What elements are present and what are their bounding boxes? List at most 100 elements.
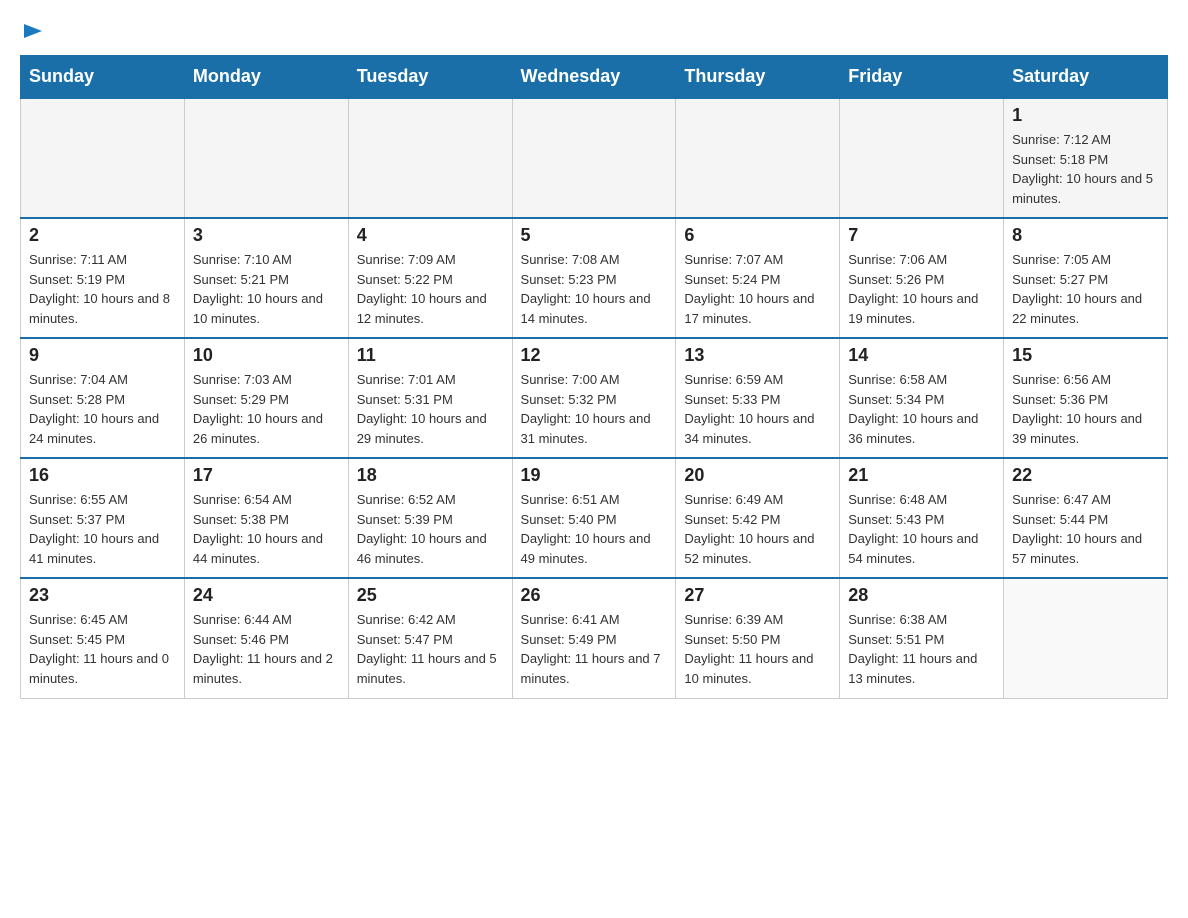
calendar-cell: 19 Sunrise: 6:51 AM Sunset: 5:40 PM Dayli… <box>512 458 676 578</box>
day-info: Sunrise: 6:59 AM Sunset: 5:33 PM Dayligh… <box>684 370 831 448</box>
calendar-cell: 24 Sunrise: 6:44 AM Sunset: 5:46 PM Dayli… <box>184 578 348 698</box>
day-info: Sunrise: 7:09 AM Sunset: 5:22 PM Dayligh… <box>357 250 504 328</box>
day-number: 19 <box>521 465 668 486</box>
day-info: Sunrise: 7:11 AM Sunset: 5:19 PM Dayligh… <box>29 250 176 328</box>
week-row-2: 2 Sunrise: 7:11 AM Sunset: 5:19 PM Daylig… <box>21 218 1168 338</box>
calendar-cell: 1 Sunrise: 7:12 AM Sunset: 5:18 PM Daylig… <box>1004 98 1168 218</box>
weekday-header-monday: Monday <box>184 56 348 99</box>
calendar-cell <box>348 98 512 218</box>
calendar-cell: 16Sunrise: 6:55 AM Sunset: 5:37 PM Dayli… <box>21 458 185 578</box>
weekday-header-tuesday: Tuesday <box>348 56 512 99</box>
calendar-cell: 11Sunrise: 7:01 AM Sunset: 5:31 PM Dayli… <box>348 338 512 458</box>
logo-arrow-icon <box>22 20 44 42</box>
day-number: 15 <box>1012 345 1159 366</box>
calendar-cell: 4 Sunrise: 7:09 AM Sunset: 5:22 PM Daylig… <box>348 218 512 338</box>
day-number: 17 <box>193 465 340 486</box>
day-number: 6 <box>684 225 831 246</box>
day-number: 4 <box>357 225 504 246</box>
calendar-cell: 8 Sunrise: 7:05 AM Sunset: 5:27 PM Daylig… <box>1004 218 1168 338</box>
calendar-cell <box>840 98 1004 218</box>
day-info: Sunrise: 6:58 AM Sunset: 5:34 PM Dayligh… <box>848 370 995 448</box>
calendar-cell: 17 Sunrise: 6:54 AM Sunset: 5:38 PM Dayli… <box>184 458 348 578</box>
day-number: 10 <box>193 345 340 366</box>
day-info: Sunrise: 6:56 AM Sunset: 5:36 PM Dayligh… <box>1012 370 1159 448</box>
day-info: Sunrise: 7:07 AM Sunset: 5:24 PM Dayligh… <box>684 250 831 328</box>
day-number: 27 <box>684 585 831 606</box>
calendar-cell: 28 Sunrise: 6:38 AM Sunset: 5:51 PM Dayli… <box>840 578 1004 698</box>
calendar-cell: 2 Sunrise: 7:11 AM Sunset: 5:19 PM Daylig… <box>21 218 185 338</box>
weekday-header-thursday: Thursday <box>676 56 840 99</box>
day-number: 18 <box>357 465 504 486</box>
weekday-header-row: SundayMondayTuesdayWednesdayThursdayFrid… <box>21 56 1168 99</box>
day-number: 9 <box>29 345 176 366</box>
calendar-cell: 10 Sunrise: 7:03 AM Sunset: 5:29 PM Dayli… <box>184 338 348 458</box>
day-info: Sunrise: 6:54 AM Sunset: 5:38 PM Dayligh… <box>193 490 340 568</box>
day-info: Sunrise: 6:45 AM Sunset: 5:45 PM Dayligh… <box>29 610 176 688</box>
day-number: 26 <box>521 585 668 606</box>
week-row-4: 16Sunrise: 6:55 AM Sunset: 5:37 PM Dayli… <box>21 458 1168 578</box>
calendar-cell: 14 Sunrise: 6:58 AM Sunset: 5:34 PM Dayli… <box>840 338 1004 458</box>
day-number: 14 <box>848 345 995 366</box>
calendar-cell: 23 Sunrise: 6:45 AM Sunset: 5:45 PM Dayli… <box>21 578 185 698</box>
day-number: 22 <box>1012 465 1159 486</box>
day-number: 21 <box>848 465 995 486</box>
weekday-header-friday: Friday <box>840 56 1004 99</box>
day-info: Sunrise: 6:49 AM Sunset: 5:42 PM Dayligh… <box>684 490 831 568</box>
calendar-table: SundayMondayTuesdayWednesdayThursdayFrid… <box>20 55 1168 699</box>
day-info: Sunrise: 7:03 AM Sunset: 5:29 PM Dayligh… <box>193 370 340 448</box>
day-info: Sunrise: 7:04 AM Sunset: 5:28 PM Dayligh… <box>29 370 176 448</box>
day-number: 13 <box>684 345 831 366</box>
calendar-cell <box>512 98 676 218</box>
calendar-cell: 5 Sunrise: 7:08 AM Sunset: 5:23 PM Daylig… <box>512 218 676 338</box>
day-info: Sunrise: 6:44 AM Sunset: 5:46 PM Dayligh… <box>193 610 340 688</box>
day-info: Sunrise: 6:39 AM Sunset: 5:50 PM Dayligh… <box>684 610 831 688</box>
day-info: Sunrise: 7:12 AM Sunset: 5:18 PM Dayligh… <box>1012 130 1159 208</box>
day-info: Sunrise: 7:05 AM Sunset: 5:27 PM Dayligh… <box>1012 250 1159 328</box>
calendar-cell: 26 Sunrise: 6:41 AM Sunset: 5:49 PM Dayli… <box>512 578 676 698</box>
day-number: 23 <box>29 585 176 606</box>
weekday-header-sunday: Sunday <box>21 56 185 99</box>
calendar-cell: 3 Sunrise: 7:10 AM Sunset: 5:21 PM Daylig… <box>184 218 348 338</box>
weekday-header-saturday: Saturday <box>1004 56 1168 99</box>
day-info: Sunrise: 7:10 AM Sunset: 5:21 PM Dayligh… <box>193 250 340 328</box>
day-number: 24 <box>193 585 340 606</box>
logo <box>20 20 44 45</box>
calendar-cell: 15 Sunrise: 6:56 AM Sunset: 5:36 PM Dayli… <box>1004 338 1168 458</box>
day-number: 16 <box>29 465 176 486</box>
calendar-cell: 20 Sunrise: 6:49 AM Sunset: 5:42 PM Dayli… <box>676 458 840 578</box>
day-info: Sunrise: 6:47 AM Sunset: 5:44 PM Dayligh… <box>1012 490 1159 568</box>
day-number: 2 <box>29 225 176 246</box>
day-info: Sunrise: 6:42 AM Sunset: 5:47 PM Dayligh… <box>357 610 504 688</box>
calendar-cell: 12 Sunrise: 7:00 AM Sunset: 5:32 PM Dayli… <box>512 338 676 458</box>
day-number: 1 <box>1012 105 1159 126</box>
day-number: 20 <box>684 465 831 486</box>
day-info: Sunrise: 7:06 AM Sunset: 5:26 PM Dayligh… <box>848 250 995 328</box>
day-info: Sunrise: 6:52 AM Sunset: 5:39 PM Dayligh… <box>357 490 504 568</box>
day-number: 5 <box>521 225 668 246</box>
calendar-cell: 7 Sunrise: 7:06 AM Sunset: 5:26 PM Daylig… <box>840 218 1004 338</box>
calendar-cell: 13 Sunrise: 6:59 AM Sunset: 5:33 PM Dayli… <box>676 338 840 458</box>
calendar-cell <box>184 98 348 218</box>
calendar-cell: 21Sunrise: 6:48 AM Sunset: 5:43 PM Dayli… <box>840 458 1004 578</box>
day-info: Sunrise: 6:38 AM Sunset: 5:51 PM Dayligh… <box>848 610 995 688</box>
calendar-cell <box>676 98 840 218</box>
weekday-header-wednesday: Wednesday <box>512 56 676 99</box>
day-number: 12 <box>521 345 668 366</box>
day-number: 11 <box>357 345 504 366</box>
day-number: 7 <box>848 225 995 246</box>
day-number: 8 <box>1012 225 1159 246</box>
week-row-5: 23 Sunrise: 6:45 AM Sunset: 5:45 PM Dayli… <box>21 578 1168 698</box>
calendar-cell: 25 Sunrise: 6:42 AM Sunset: 5:47 PM Dayli… <box>348 578 512 698</box>
day-number: 25 <box>357 585 504 606</box>
day-info: Sunrise: 6:41 AM Sunset: 5:49 PM Dayligh… <box>521 610 668 688</box>
day-number: 28 <box>848 585 995 606</box>
day-info: Sunrise: 7:00 AM Sunset: 5:32 PM Dayligh… <box>521 370 668 448</box>
week-row-3: 9 Sunrise: 7:04 AM Sunset: 5:28 PM Daylig… <box>21 338 1168 458</box>
calendar-cell <box>21 98 185 218</box>
calendar-cell: 27 Sunrise: 6:39 AM Sunset: 5:50 PM Dayli… <box>676 578 840 698</box>
calendar-cell: 22 Sunrise: 6:47 AM Sunset: 5:44 PM Dayli… <box>1004 458 1168 578</box>
day-number: 3 <box>193 225 340 246</box>
day-info: Sunrise: 7:08 AM Sunset: 5:23 PM Dayligh… <box>521 250 668 328</box>
week-row-1: 1 Sunrise: 7:12 AM Sunset: 5:18 PM Daylig… <box>21 98 1168 218</box>
day-info: Sunrise: 6:51 AM Sunset: 5:40 PM Dayligh… <box>521 490 668 568</box>
